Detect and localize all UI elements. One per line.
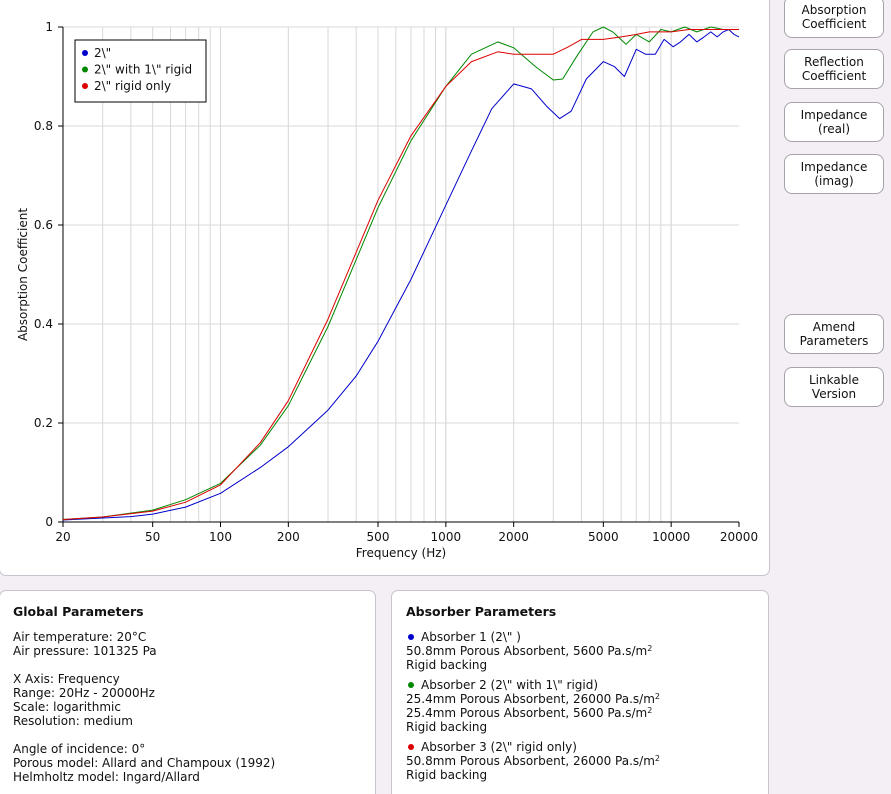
y-axis-label: Absorption Coefficient	[16, 208, 30, 341]
absorber-label: Absorber 1 (2\" )	[421, 630, 521, 644]
global-parameters-title: Global Parameters	[13, 604, 144, 619]
x-tick-label: 50	[145, 530, 160, 544]
legend-marker	[82, 66, 88, 73]
button-label-line1: Impedance	[800, 108, 868, 122]
y-tick-label: 0.8	[34, 119, 53, 133]
legend-marker	[82, 50, 88, 56]
porous-model-param: Porous model: Allard and Champoux (1992)	[13, 756, 276, 770]
series-line	[62, 29, 739, 520]
absorber-label: Absorber 3 (2\" rigid only)	[421, 740, 577, 754]
absorber-color-dot	[408, 682, 414, 688]
series-line	[62, 29, 740, 521]
button-label-line1: Impedance	[800, 160, 868, 174]
x-axis-param: X Axis: Frequency	[13, 672, 120, 686]
helmholtz-model-param: Helmholtz model: Ingard/Allard	[13, 770, 200, 784]
absorber-item-header: Absorber 3 (2\" rigid only)	[406, 740, 754, 754]
chart-panel: 0 0.2 0.4 0.6 0.8 1 20 50 100 200 500 1000 2000 5000 1…	[0, 0, 770, 576]
absorber-layer: Rigid backing	[406, 720, 488, 734]
button-label-line2: Parameters	[799, 334, 869, 348]
y-tick-label: 0.6	[34, 218, 53, 232]
button-label-line2: (real)	[817, 122, 851, 136]
button-label-line2: (imag)	[814, 174, 854, 188]
absorber-color-dot	[408, 634, 414, 640]
legend-label: 2\" with 1\" rigid	[94, 63, 192, 77]
absorber-label: Absorber 2 (2\" with 1\" rigid)	[421, 678, 599, 692]
impedance-real-button[interactable]: Impedance (real)	[784, 102, 884, 142]
button-label-line1: Reflection	[804, 55, 864, 69]
button-label-line2: Coefficient	[801, 17, 867, 31]
button-label-line2: Version	[811, 387, 857, 401]
legend-label: 2\" rigid only	[94, 79, 171, 93]
button-label-line1: Absorption	[801, 3, 867, 17]
absorber-layer: Rigid backing	[406, 658, 488, 672]
global-parameters-panel: Global Parameters Air temperature: 20°C …	[0, 590, 376, 794]
button-label-line1: Amend	[812, 320, 856, 334]
linkable-version-button[interactable]: Linkable Version	[784, 367, 884, 407]
absorption-coefficient-button[interactable]: Absorption Coefficient	[784, 0, 884, 38]
impedance-imag-button[interactable]: Impedance (imag)	[784, 154, 884, 194]
absorber-list: Absorber 1 (2\" ) 50.8mm Porous Absorbent…	[406, 630, 754, 782]
absorber-layer: 50.8mm Porous Absorbent, 5600 Pa.s/m2	[406, 644, 653, 658]
absorber-layer: 50.8mm Porous Absorbent, 26000 Pa.s/m2	[406, 754, 660, 768]
absorber-layer: 25.4mm Porous Absorbent, 26000 Pa.s/m2	[406, 692, 660, 706]
amend-parameters-button[interactable]: Amend Parameters	[784, 314, 884, 354]
button-label-line2: Coefficient	[801, 69, 867, 83]
legend-label: 2\"	[94, 46, 111, 60]
resolution-param: Resolution: medium	[13, 714, 133, 728]
x-tick-label: 20	[55, 530, 70, 544]
absorber-item-header: Absorber 2 (2\" with 1\" rigid)	[406, 678, 754, 692]
x-tick-label: 20000	[720, 530, 758, 544]
y-tick-label: 0.2	[34, 416, 53, 430]
absorption-chart: 0 0.2 0.4 0.6 0.8 1 20 50 100 200 500 1000 2000 5000 1…	[16, 20, 758, 560]
x-tick-label: 2000	[498, 530, 529, 544]
air-temperature: Air temperature: 20°C	[13, 630, 147, 644]
scale-param: Scale: logarithmic	[13, 700, 121, 714]
angle-param: Angle of incidence: 0°	[13, 742, 146, 756]
y-tick-label: 0.4	[34, 317, 53, 331]
reflection-coefficient-button[interactable]: Reflection Coefficient	[784, 49, 884, 89]
y-tick-label: 0	[45, 515, 53, 529]
absorber-parameters-panel: Absorber Parameters Absorber 1 (2\" ) 50.…	[391, 590, 769, 794]
x-tick-label: 200	[277, 530, 300, 544]
x-tick-label: 10000	[652, 530, 690, 544]
button-label-line1: Linkable	[808, 373, 860, 387]
absorber-layer: 25.4mm Porous Absorbent, 5600 Pa.s/m2	[406, 706, 653, 720]
absorber-parameters-title: Absorber Parameters	[406, 604, 557, 619]
x-tick-label: 5000	[588, 530, 619, 544]
air-pressure: Air pressure: 101325 Pa	[13, 644, 157, 658]
y-tick-label: 1	[45, 20, 53, 34]
absorber-layer: Rigid backing	[406, 768, 488, 782]
x-tick-label: 100	[209, 530, 232, 544]
x-axis-label: Frequency (Hz)	[356, 546, 447, 560]
legend-marker	[82, 83, 88, 89]
x-tick-label: 1000	[431, 530, 462, 544]
x-tick-label: 500	[367, 530, 390, 544]
range-param: Range: 20Hz - 20000Hz	[13, 686, 155, 700]
absorber-item-header: Absorber 1 (2\" )	[406, 630, 754, 644]
absorber-color-dot	[408, 744, 414, 750]
